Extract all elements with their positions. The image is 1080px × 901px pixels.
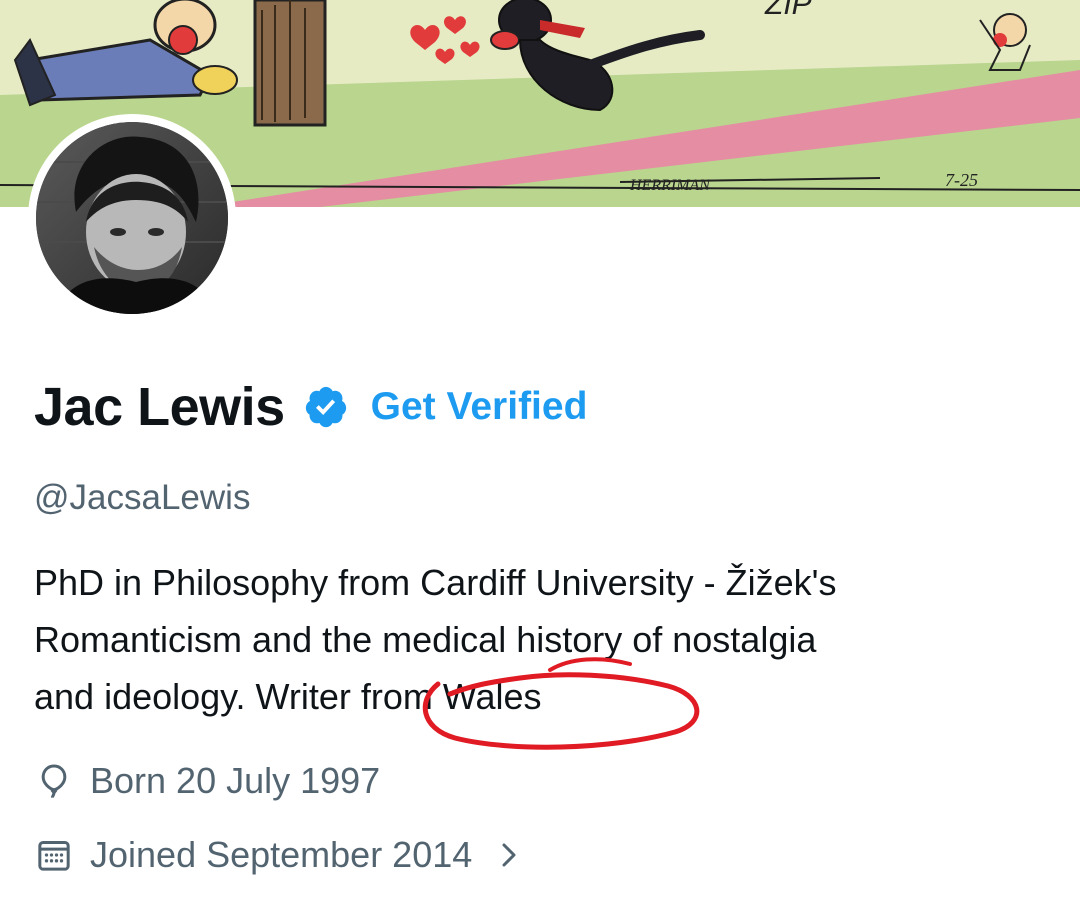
profile-name-row: Jac Lewis Get Verified [34, 372, 587, 442]
joined-date-text: Joined September 2014 [90, 834, 473, 875]
bio-line: PhD in Philosophy from Cardiff Universit… [34, 562, 837, 603]
profile-handle: @JacsaLewis [34, 478, 251, 517]
banner-comic-text-zip: ZIP [764, 0, 812, 21]
avatar[interactable] [36, 122, 228, 314]
bio-line: and ideology. Writer from Wales [34, 676, 542, 717]
get-verified-link[interactable]: Get Verified [371, 385, 588, 429]
avatar-frame[interactable] [28, 114, 236, 322]
profile-joined-date[interactable]: Joined September 2014 [34, 834, 524, 876]
verified-badge-icon[interactable] [303, 384, 349, 430]
profile-bio: PhD in Philosophy from Cardiff Universit… [34, 554, 1044, 725]
display-name: Jac Lewis [34, 377, 285, 437]
chevron-right-icon[interactable] [494, 837, 524, 873]
birth-date-text: Born 20 July 1997 [90, 760, 381, 801]
bio-line: Romanticism and the medical history of n… [34, 619, 817, 660]
banner-comic-text-date: 7-25 [945, 170, 978, 190]
balloon-icon [34, 761, 74, 801]
profile-birth-date: Born 20 July 1997 [34, 760, 380, 802]
banner-comic-text-signature: HERRIMAN [629, 177, 711, 194]
avatar-photo [36, 122, 228, 314]
calendar-icon [34, 835, 74, 875]
